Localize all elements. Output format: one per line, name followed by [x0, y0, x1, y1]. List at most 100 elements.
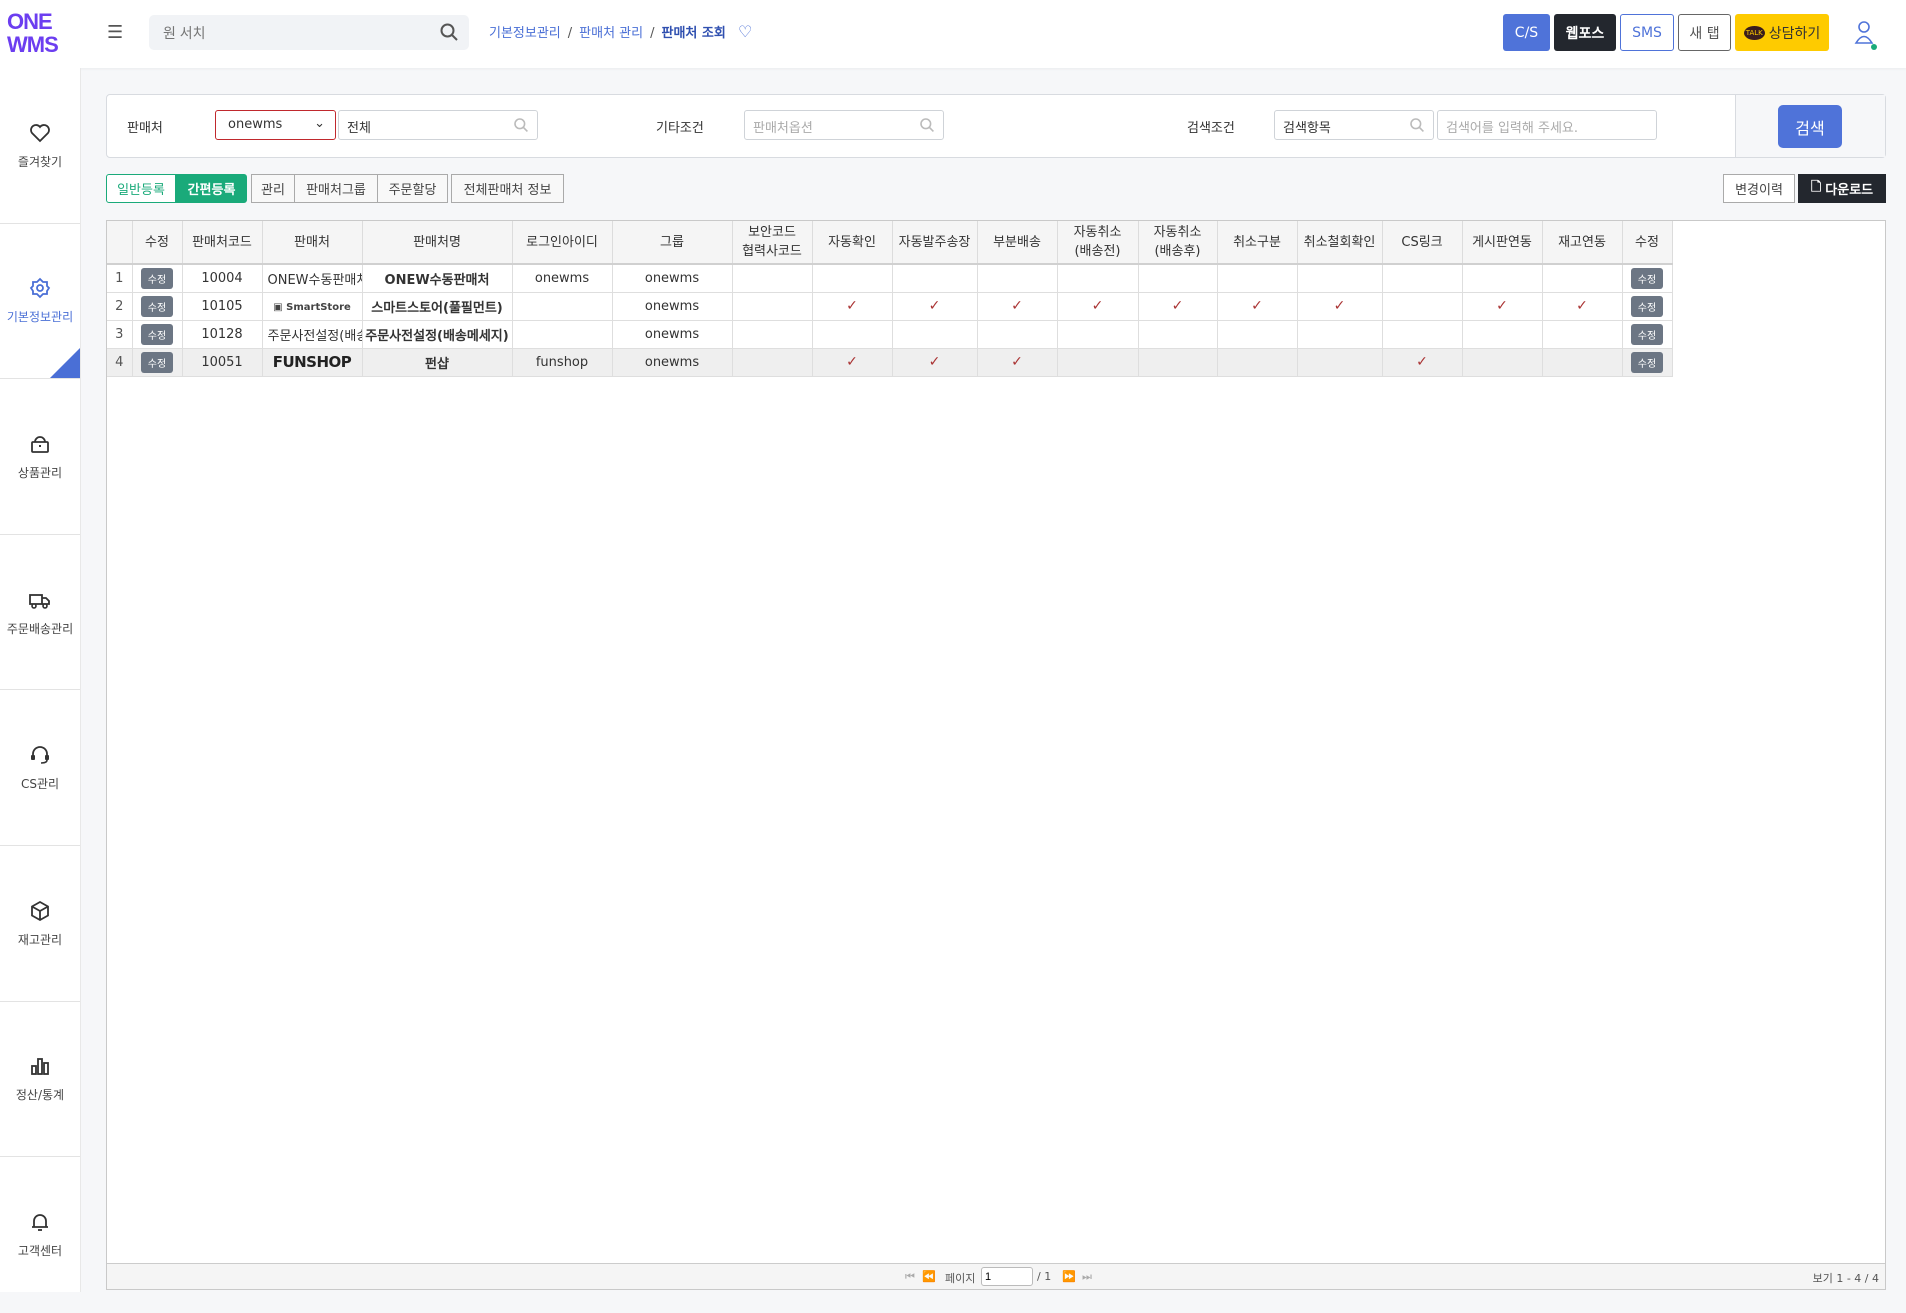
seller-select[interactable]: onewms ⌄	[215, 110, 336, 140]
page-label: 페이지	[945, 1272, 976, 1285]
search-icon[interactable]	[919, 117, 935, 133]
column-header[interactable]: 판매처	[262, 221, 363, 265]
all-seller-info-button[interactable]: 전체판매처 정보	[451, 174, 564, 203]
edit-button[interactable]: 수정	[140, 351, 174, 373]
sidebar-item-truck[interactable]: 주문배송관리	[0, 535, 80, 691]
next-page-icon[interactable]: ⏩	[1062, 1270, 1076, 1283]
seller-code: 10128	[182, 320, 263, 349]
edit-button[interactable]: 수정	[140, 267, 174, 289]
prev-page-icon[interactable]: ⏪	[922, 1270, 936, 1283]
bell-icon	[32, 1214, 48, 1232]
seller-name: 스마트스토어(풀필먼트)	[362, 292, 513, 321]
breadcrumb-item[interactable]: 판매처 관리	[579, 26, 643, 41]
seller-cell: FUNSHOP	[262, 348, 363, 377]
login-id	[512, 292, 613, 321]
column-header[interactable]: 수정	[132, 221, 183, 265]
column-header[interactable]: 수정	[1622, 221, 1673, 265]
search-panel: 판매처 onewms ⌄ 전체 기타조건 판매처옵션 검색조건 검색항목 검색어를…	[106, 94, 1886, 158]
search-icon[interactable]	[513, 117, 529, 133]
column-header[interactable]: 보안코드 협력사코드	[732, 221, 813, 265]
search-icon[interactable]	[1409, 117, 1425, 133]
column-header[interactable]: 취소철회확인	[1297, 221, 1383, 265]
favorite-heart-icon[interactable]: ♡	[738, 22, 752, 41]
column-header[interactable]: 부분배송	[977, 221, 1058, 265]
search-button[interactable]: 검색	[1778, 105, 1842, 148]
general-register-button[interactable]: 일반등록	[106, 174, 176, 203]
flag-cell	[1382, 292, 1463, 321]
flag-cell	[1217, 320, 1298, 349]
global-search-input[interactable]	[149, 15, 419, 50]
table-row[interactable]: 4 수정 10051 FUNSHOP 펀샵 funshop onewms ✓ ✓ ✓ ✓ 수정	[107, 348, 1673, 377]
column-header[interactable]: 자동취소 (배송후)	[1138, 221, 1218, 265]
sidebar-item-gear[interactable]: 기본정보관리	[0, 224, 80, 380]
security-code	[732, 292, 813, 321]
column-header[interactable]: 자동취소 (배송전)	[1057, 221, 1139, 265]
sidebar-item-chart[interactable]: 정산/통계	[0, 1002, 80, 1158]
change-history-button[interactable]: 변경이력	[1723, 174, 1795, 203]
edit-button[interactable]: 수정	[1630, 323, 1664, 345]
check-icon: ✓	[1496, 298, 1508, 314]
sidebar-item-heart[interactable]: 즐겨찾기	[0, 68, 80, 224]
sms-button[interactable]: SMS	[1620, 14, 1674, 51]
seller-code: 10004	[182, 264, 263, 293]
row-number: 3	[107, 320, 133, 349]
column-header[interactable]: CS링크	[1382, 221, 1463, 265]
quick-register-button[interactable]: 간편등록	[176, 174, 247, 203]
sidebar-item-box[interactable]: 재고관리	[0, 846, 80, 1002]
sidebar-item-bell[interactable]: 고객센터	[0, 1157, 80, 1313]
edit-button[interactable]: 수정	[1630, 351, 1664, 373]
keyword-input[interactable]: 검색어를 입력해 주세요.	[1437, 110, 1657, 140]
breadcrumb-current: 판매처 조회	[661, 26, 726, 41]
download-button[interactable]: 🗋 다운로드	[1798, 174, 1886, 203]
column-header[interactable]: 게시판연동	[1462, 221, 1543, 265]
grid-pager: ⏮ ⏪ 페이지 / 1 ⏩ ⏭ 보기 1 - 4 / 4	[107, 1263, 1885, 1289]
edit-button[interactable]: 수정	[140, 323, 174, 345]
column-header[interactable]: 판매처코드	[182, 221, 263, 265]
edit-button[interactable]: 수정	[1630, 295, 1664, 317]
seller-option-input[interactable]: 판매처옵션	[744, 110, 944, 140]
manage-button[interactable]: 관리	[251, 174, 295, 203]
flag-cell	[1382, 320, 1463, 349]
talk-consult-button[interactable]: TALK 상담하기	[1735, 14, 1829, 51]
search-icon[interactable]	[439, 22, 459, 42]
column-header[interactable]: 판매처명	[362, 221, 513, 265]
check-icon: ✓	[1171, 298, 1184, 314]
table-row[interactable]: 1 수정 10004 ONEW수동판매처 ONEW수동판매처 onewms onewms 수정	[107, 264, 1673, 293]
table-row[interactable]: 3수정10128주문사전설정(배송메세지)주문사전설정(배송메세지)onewms…	[107, 320, 1673, 349]
order-allocation-button[interactable]: 주문할당	[377, 174, 448, 203]
table-row[interactable]: 2 수정 10105 ▣ SmartStore 스마트스토어(풀필먼트) onewms ✓ ✓…	[107, 292, 1673, 321]
check-icon: ✓	[1251, 298, 1263, 314]
user-avatar-icon[interactable]	[1852, 18, 1878, 52]
sidebar: 즐겨찾기 기본정보관리 상품관리 주문배송관리 CS관리 재고관리 정산/통계 고객센터	[0, 68, 81, 1292]
first-page-icon[interactable]: ⏮	[905, 1270, 915, 1284]
column-header[interactable]: 로그인아이디	[512, 221, 613, 265]
new-tab-button[interactable]: 새 탭	[1678, 14, 1731, 51]
flag-cell	[1217, 264, 1298, 293]
login-id: funshop	[512, 348, 613, 377]
column-header[interactable]: 취소구분	[1217, 221, 1298, 265]
hamburger-menu-icon[interactable]: ☰	[107, 22, 123, 43]
column-header[interactable]: 자동확인	[812, 221, 893, 265]
column-header[interactable]: 그룹	[612, 221, 733, 265]
edit-button[interactable]: 수정	[140, 295, 174, 317]
group: onewms	[612, 320, 733, 349]
seller-group-button[interactable]: 판매처그룹	[294, 174, 378, 203]
edit-button[interactable]: 수정	[1630, 267, 1664, 289]
seller-value-input[interactable]: 전체	[338, 110, 538, 140]
webpos-button[interactable]: 웹포스	[1554, 14, 1616, 51]
sidebar-item-label: CS관리	[20, 777, 60, 792]
flag-cell	[1462, 264, 1543, 293]
column-header[interactable]: 자동발주송장	[892, 221, 978, 265]
flag-cell: ✓	[1297, 292, 1383, 321]
sidebar-item-bag[interactable]: 상품관리	[0, 379, 80, 535]
onewms-logo[interactable]: ONE WMS	[7, 10, 59, 56]
column-header[interactable]	[107, 221, 133, 265]
search-field-select[interactable]: 검색항목	[1274, 110, 1434, 140]
cs-button[interactable]: C/S	[1503, 14, 1550, 51]
last-page-icon[interactable]: ⏭	[1082, 1270, 1092, 1284]
column-header[interactable]: 재고연동	[1542, 221, 1623, 265]
row-number: 2	[107, 292, 133, 321]
sidebar-item-headset[interactable]: CS관리	[0, 690, 80, 846]
breadcrumb-item[interactable]: 기본정보관리	[489, 26, 561, 41]
page-input[interactable]	[981, 1267, 1033, 1286]
